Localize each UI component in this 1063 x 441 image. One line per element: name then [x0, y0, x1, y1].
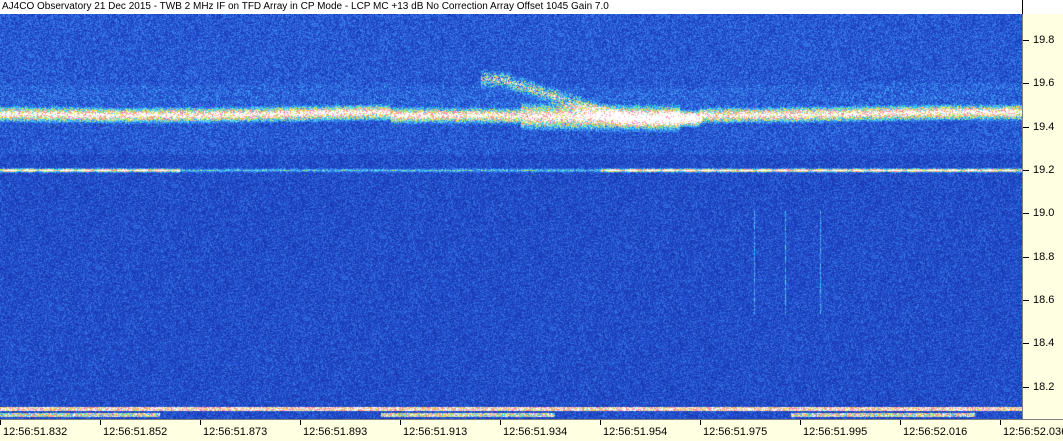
y-tick-mark — [1023, 83, 1029, 85]
y-tick-label: 18.8 — [1033, 250, 1055, 263]
y-tick-mark — [1023, 169, 1029, 171]
y-tick-mark — [1023, 299, 1029, 301]
x-tick-label: 12:56:51.954 — [603, 426, 668, 438]
title-bar: AJ4CO Observatory 21 Dec 2015 - TWB 2 MH… — [0, 0, 1063, 14]
x-tick-mark — [700, 420, 701, 425]
time-axis: 12:56:51.832 12:56:51.852 12:56:51.873 12:5… — [0, 419, 1063, 441]
window-title: AJ4CO Observatory 21 Dec 2015 - TWB 2 MH… — [2, 1, 609, 12]
x-tick-label: 12:56:51.934 — [503, 426, 568, 438]
x-tick-label: 12:56:51.975 — [703, 426, 768, 438]
y-tick-mark — [1023, 126, 1029, 128]
y-tick-mark — [1023, 213, 1029, 215]
y-tick-mark — [1023, 256, 1029, 258]
x-tick-mark — [800, 420, 801, 425]
y-tick-label: 19.8 — [1033, 33, 1055, 46]
x-tick-mark — [1000, 420, 1001, 425]
x-tick-label: 12:56:51.893 — [303, 426, 368, 438]
x-tick-label: 12:56:51.832 — [3, 426, 68, 438]
x-tick-label: 12:56:52.036 — [1003, 426, 1063, 438]
x-tick-label: 12:56:51.995 — [803, 426, 868, 438]
x-tick-label: 12:56:52.016 — [903, 426, 968, 438]
y-tick-label: 18.4 — [1033, 337, 1055, 350]
spectrogram-window: AJ4CO Observatory 21 Dec 2015 - TWB 2 MH… — [0, 0, 1063, 441]
x-tick-mark — [0, 420, 1, 425]
y-tick-label: 18.6 — [1033, 293, 1055, 306]
x-tick-mark — [500, 420, 501, 425]
x-tick-mark — [600, 420, 601, 425]
y-tick-label: 19.2 — [1033, 163, 1055, 176]
y-tick-mark — [1023, 39, 1029, 41]
x-tick-label: 12:56:51.852 — [103, 426, 168, 438]
x-tick-label: 12:56:51.913 — [403, 426, 468, 438]
y-tick-label: 19.4 — [1033, 120, 1055, 133]
x-tick-label: 12:56:51.873 — [203, 426, 268, 438]
y-tick-mark — [1023, 386, 1029, 388]
title-tick-mark — [1022, 0, 1023, 14]
y-tick-mark — [1023, 343, 1029, 345]
x-tick-mark — [300, 420, 301, 425]
y-tick-label: 19.6 — [1033, 77, 1055, 90]
x-tick-mark — [100, 420, 101, 425]
frequency-axis: 19.8 19.6 19.4 19.2 19.0 18.8 18.6 18.4 18.2 — [1022, 14, 1063, 419]
spectrogram-plot[interactable] — [0, 14, 1022, 419]
y-tick-label: 19.0 — [1033, 207, 1055, 220]
x-tick-mark — [400, 420, 401, 425]
y-tick-label: 18.2 — [1033, 380, 1055, 393]
x-tick-mark — [200, 420, 201, 425]
x-tick-mark — [900, 420, 901, 425]
